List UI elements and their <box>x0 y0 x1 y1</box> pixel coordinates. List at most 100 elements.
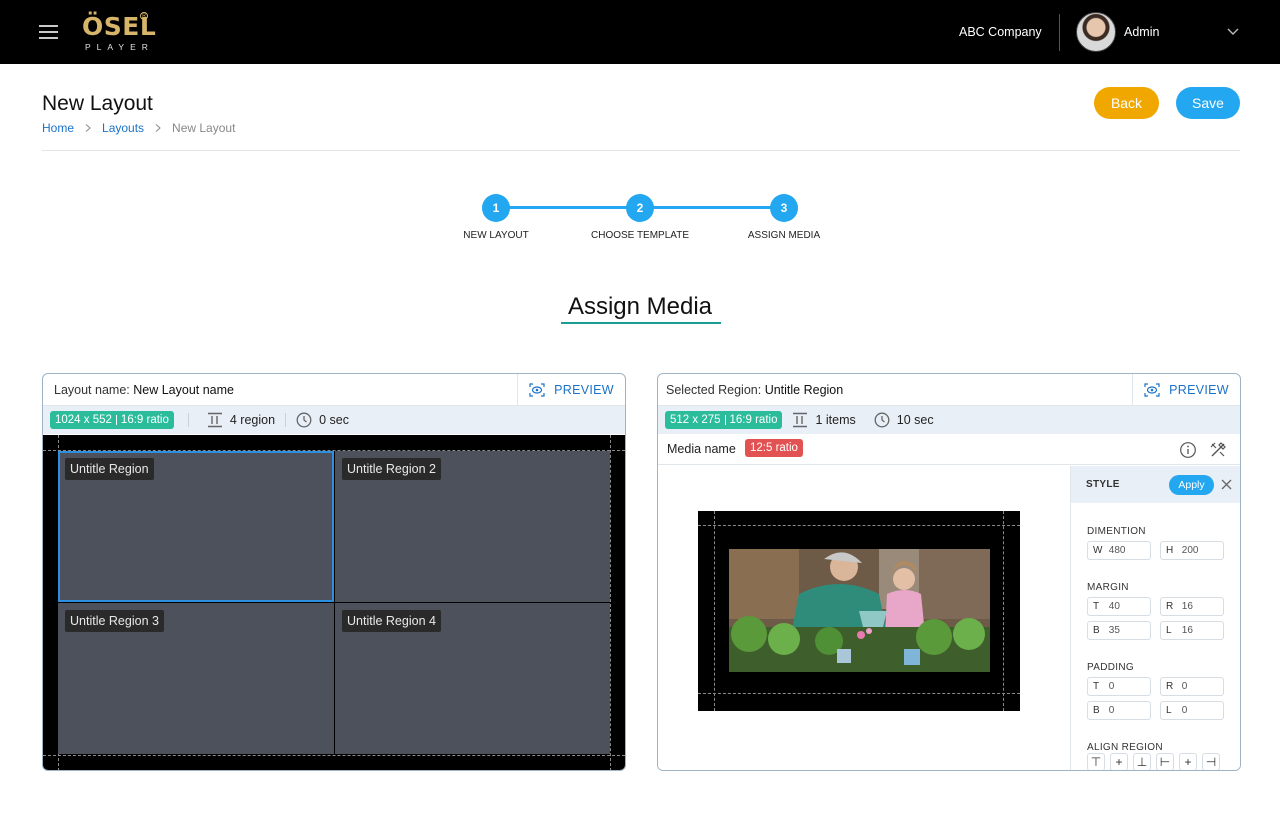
width-field[interactable]: W 480 <box>1087 541 1151 560</box>
resolution-badge: 1024 x 552 16:9 ratio <box>50 411 174 429</box>
user-avatar[interactable] <box>1076 12 1116 52</box>
info-icon[interactable] <box>1179 441 1197 459</box>
align-left-icon[interactable]: ⊢ <box>1156 753 1174 770</box>
region-label: Untitle Region <box>65 458 154 480</box>
region-info-bar: 512 x 275 16:9 ratio 1 items 10 sec <box>658 406 1240 434</box>
align-right-icon[interactable]: ⊣ <box>1202 753 1220 770</box>
chevron-down-icon[interactable] <box>1226 24 1240 38</box>
margin-left-field[interactable]: L 16 <box>1160 621 1224 640</box>
align-region-label: ALIGN REGION <box>1087 742 1163 753</box>
apply-button[interactable]: Apply <box>1169 475 1214 495</box>
region-4[interactable]: Untitle Region 4 <box>335 603 610 754</box>
items-icon <box>793 412 808 428</box>
step-2-label: CHOOSE TEMPLATE <box>591 230 689 241</box>
breadcrumb-current: New Layout <box>172 121 236 135</box>
align-top-icon[interactable]: ⊤ <box>1087 753 1105 770</box>
region-label: Untitle Region 2 <box>342 458 441 480</box>
layout-canvas: Untitle Region Untitle Region 2 Untitle … <box>43 435 625 770</box>
step-3-circle[interactable]: 3 <box>770 194 798 222</box>
preview-label: PREVIEW <box>1169 382 1229 397</box>
items-count: 1 items <box>792 412 856 428</box>
step-2-circle[interactable]: 2 <box>626 194 654 222</box>
breadcrumb-home[interactable]: Home <box>42 121 74 135</box>
media-row: Media name 12:5 ratio <box>658 434 1240 465</box>
region-count: 4 region <box>207 412 275 428</box>
regions-icon <box>207 412 222 428</box>
style-title: STYLE <box>1086 479 1120 490</box>
region-duration: 10 sec <box>874 412 934 428</box>
region-3[interactable]: Untitle Region 3 <box>58 603 334 754</box>
margin-bottom-field[interactable]: B 35 <box>1087 621 1151 640</box>
step-3-label: ASSIGN MEDIA <box>747 230 821 241</box>
media-name-label: Media name <box>667 442 736 456</box>
layout-duration-value: 0 sec <box>319 413 349 427</box>
topbar-divider <box>1059 14 1060 51</box>
layout-name-value[interactable]: New Layout name <box>133 383 234 397</box>
layout-duration: 0 sec <box>296 412 349 428</box>
company-name[interactable]: ABC Company <box>959 24 1042 41</box>
selected-region-value: Untitle Region <box>764 383 844 397</box>
breadcrumb-layouts[interactable]: Layouts <box>102 121 144 135</box>
padding-label: PADDING <box>1087 662 1134 673</box>
user-name[interactable]: Admin <box>1124 24 1159 41</box>
region-label: Untitle Region 4 <box>342 610 441 632</box>
resolution-value: 512 x 275 <box>670 414 721 426</box>
menu-icon[interactable] <box>39 25 58 39</box>
page-title: New Layout <box>42 92 153 115</box>
media-preview-area <box>658 466 1070 770</box>
preview-eye-icon <box>529 382 545 397</box>
chevron-right-icon <box>85 124 91 132</box>
close-icon[interactable] <box>1221 479 1232 490</box>
margin-label: MARGIN <box>1087 582 1129 593</box>
layout-panel-header: Layout name: New Layout name PREVIEW <box>43 374 625 406</box>
region-preview-button[interactable]: PREVIEW <box>1132 374 1240 405</box>
ratio-value: 16:9 ratio <box>120 414 169 426</box>
padding-left-field[interactable]: L 0 <box>1160 701 1224 720</box>
margin-right-field[interactable]: R 16 <box>1160 597 1224 616</box>
section-title: Assign Media <box>567 293 713 320</box>
clock-icon <box>874 412 890 428</box>
items-count-value: 1 items <box>815 413 856 427</box>
region-panel-header: Selected Region: Untitle Region PREVIEW <box>658 374 1240 406</box>
media-thumbnail[interactable] <box>729 549 990 672</box>
padding-right-field[interactable]: R 0 <box>1160 677 1224 696</box>
region-1[interactable]: Untitle Region <box>58 451 334 602</box>
layout-preview-button[interactable]: PREVIEW <box>517 374 625 405</box>
section-underline <box>561 322 721 324</box>
media-ratio-badge: 12:5 ratio <box>745 439 803 457</box>
registered-mark: R <box>140 12 148 20</box>
resolution-badge: 512 x 275 16:9 ratio <box>665 411 783 429</box>
region-count-value: 4 region <box>229 413 276 427</box>
region-panel: Selected Region: Untitle Region PREVIEW … <box>657 373 1241 771</box>
align-center-vertical-icon[interactable]: + <box>1110 753 1128 770</box>
dimension-label: DIMENTION <box>1087 526 1146 537</box>
style-panel: STYLE Apply DIMENTION W 480 H 200 MARGIN… <box>1070 466 1240 770</box>
step-1-label: NEW LAYOUT <box>463 230 529 241</box>
preview-label: PREVIEW <box>554 382 614 397</box>
media-canvas <box>698 511 1020 711</box>
padding-top-field[interactable]: T 0 <box>1087 677 1151 696</box>
step-connector <box>496 206 640 209</box>
preview-eye-icon <box>1144 382 1160 397</box>
step-1-circle[interactable]: 1 <box>482 194 510 222</box>
edit-tools-icon[interactable] <box>1209 441 1227 459</box>
region-label: Untitle Region 3 <box>65 610 164 632</box>
layout-panel: Layout name: New Layout name PREVIEW 102… <box>42 373 626 771</box>
align-center-horizontal-icon[interactable]: + <box>1179 753 1197 770</box>
ratio-value: 16:9 ratio <box>729 414 778 426</box>
align-bottom-icon[interactable]: ⊥ <box>1133 753 1151 770</box>
region-2[interactable]: Untitle Region 2 <box>335 451 610 602</box>
style-header: STYLE Apply <box>1071 466 1240 503</box>
padding-bottom-field[interactable]: B 0 <box>1087 701 1151 720</box>
save-button[interactable]: Save <box>1176 87 1240 119</box>
header-divider <box>42 150 1240 151</box>
top-bar: ÖSEL R PLAYER ABC Company Admin <box>0 0 1280 64</box>
margin-top-field[interactable]: T 40 <box>1087 597 1151 616</box>
region-duration-value: 10 sec <box>896 413 934 427</box>
clock-icon <box>296 412 312 428</box>
back-button[interactable]: Back <box>1094 87 1159 119</box>
layout-info-bar: 1024 x 552 16:9 ratio 4 region 0 sec <box>43 406 625 434</box>
height-field[interactable]: H 200 <box>1160 541 1224 560</box>
step-connector <box>640 206 784 209</box>
app-logo[interactable]: ÖSEL R PLAYER <box>82 12 156 54</box>
